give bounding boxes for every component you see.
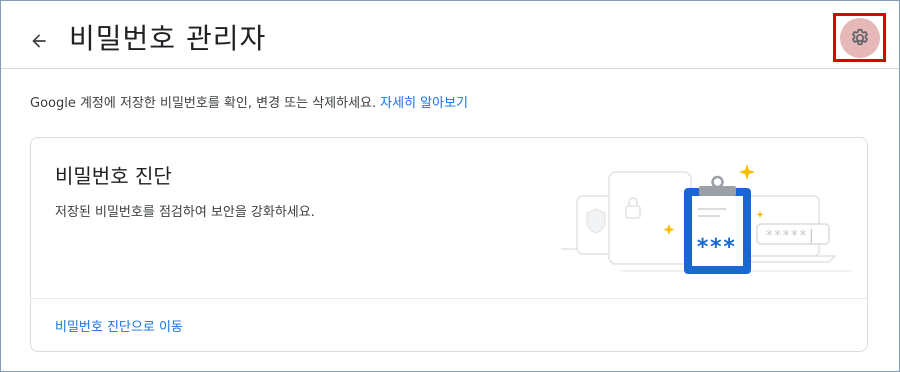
settings-highlight xyxy=(833,13,886,62)
password-checkup-card: 비밀번호 진단 저장된 비밀번호를 점검하여 보안을 강화하세요. *****|… xyxy=(30,137,868,352)
description-text: Google 계정에 저장한 비밀번호를 확인, 변경 또는 삭제하세요. xyxy=(30,96,377,111)
settings-button[interactable] xyxy=(839,17,880,58)
page-title: 비밀번호 관리자 xyxy=(69,22,267,55)
arrow-back-icon xyxy=(32,34,46,48)
gear-icon xyxy=(851,28,868,45)
learn-more-link[interactable]: 자세히 알아보기 xyxy=(380,96,468,111)
card-divider xyxy=(31,298,867,299)
page-description: Google 계정에 저장한 비밀번호를 확인, 변경 또는 삭제하세요. 자세히… xyxy=(30,92,468,111)
masked-password-text: *** xyxy=(696,235,736,260)
page-header: 비밀번호 관리자 xyxy=(1,1,899,69)
go-to-checkup-link[interactable]: 비밀번호 진단으로 이동 xyxy=(55,316,183,335)
card-title: 비밀번호 진단 xyxy=(55,164,172,188)
clipboard-password-icon: *****| *** xyxy=(561,164,851,274)
back-button[interactable] xyxy=(23,25,55,57)
masked-field-text: *****| xyxy=(765,228,816,244)
card-subtitle: 저장된 비밀번호를 점검하여 보안을 강화하세요. xyxy=(55,205,315,220)
